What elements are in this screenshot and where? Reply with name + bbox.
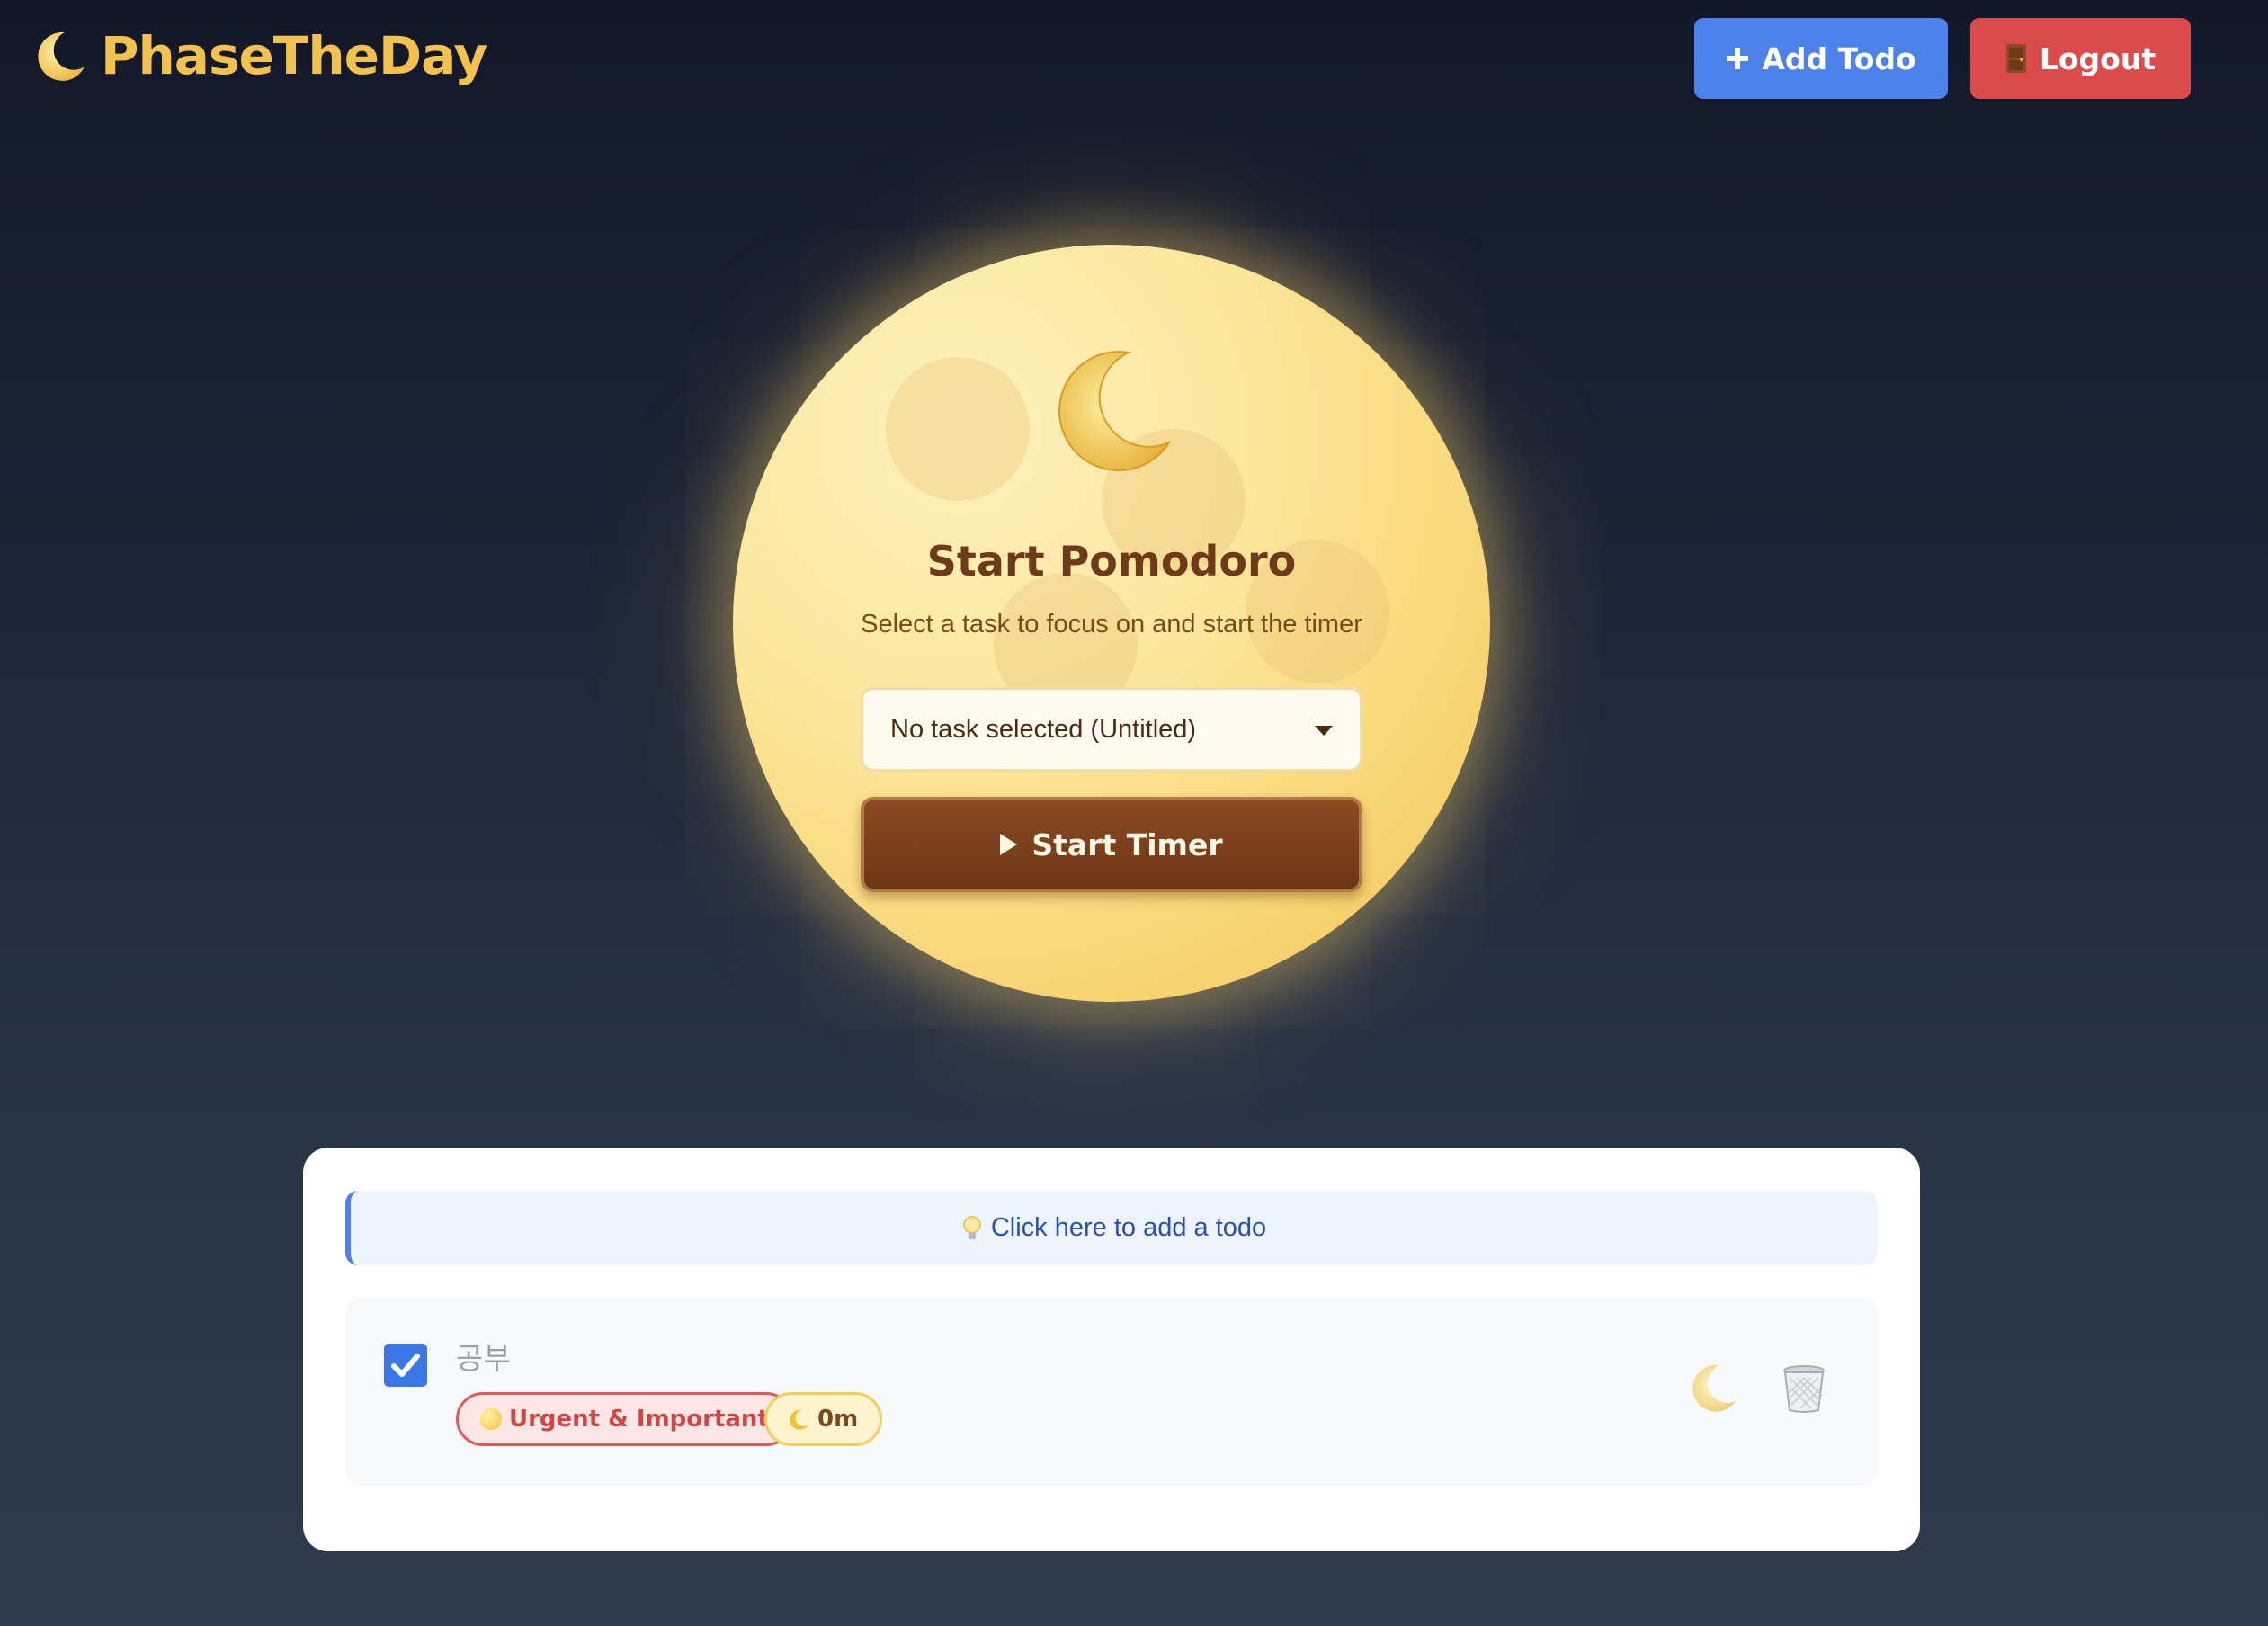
todo-text: 공부: [456, 1341, 511, 1376]
lightbulb-icon: [963, 1215, 981, 1239]
app-title: PhaseTheDay: [101, 25, 487, 86]
app-header: PhaseTheDay Add Todo Logout: [0, 0, 2268, 117]
start-timer-label: Start Timer: [1031, 826, 1223, 862]
add-todo-button[interactable]: Add Todo: [1694, 18, 1948, 99]
brand[interactable]: PhaseTheDay: [31, 25, 487, 86]
time-tag: 0m: [764, 1392, 883, 1446]
yellow-circle-icon: [480, 1408, 502, 1430]
add-todo-hint[interactable]: Click here to add a todo: [345, 1191, 1878, 1265]
time-label: 0m: [817, 1406, 859, 1433]
door-icon: [2005, 44, 2026, 73]
play-icon: [1000, 834, 1018, 855]
trash-icon[interactable]: [1777, 1362, 1831, 1416]
pomodoro-subtitle: Select a task to focus on and start the …: [861, 610, 1362, 639]
moon-crater: [886, 357, 1030, 501]
logout-button[interactable]: Logout: [1970, 18, 2191, 99]
crescent-moon-icon: [790, 1409, 808, 1430]
plus-icon: [1727, 48, 1749, 69]
crescent-moon-icon[interactable]: [1685, 1362, 1739, 1416]
checkmark-icon: [391, 1354, 420, 1377]
todo-card: Click here to add a todo 공부 Urgent & Imp…: [303, 1148, 1920, 1551]
crescent-moon-icon: [38, 31, 85, 81]
start-timer-button[interactable]: Start Timer: [861, 797, 1362, 892]
task-select-value: No task selected (Untitled): [890, 714, 1197, 744]
add-todo-label: Add Todo: [1762, 40, 1916, 76]
todo-item: 공부 Urgent & Important 0m: [345, 1297, 1878, 1486]
priority-tag: Urgent & Important: [456, 1392, 793, 1446]
task-select-dropdown[interactable]: No task selected (Untitled): [861, 687, 1362, 772]
todo-checkbox[interactable]: [384, 1344, 427, 1387]
logout-label: Logout: [2039, 40, 2156, 76]
priority-label: Urgent & Important: [509, 1406, 769, 1433]
crescent-moon-icon: [1058, 351, 1172, 472]
add-todo-hint-text: Click here to add a todo: [990, 1213, 1267, 1242]
pomodoro-title: Start Pomodoro: [926, 537, 1297, 585]
chevron-down-icon: [1315, 726, 1333, 736]
pomodoro-moon-panel: Start Pomodoro Select a task to focus on…: [733, 245, 1490, 1002]
